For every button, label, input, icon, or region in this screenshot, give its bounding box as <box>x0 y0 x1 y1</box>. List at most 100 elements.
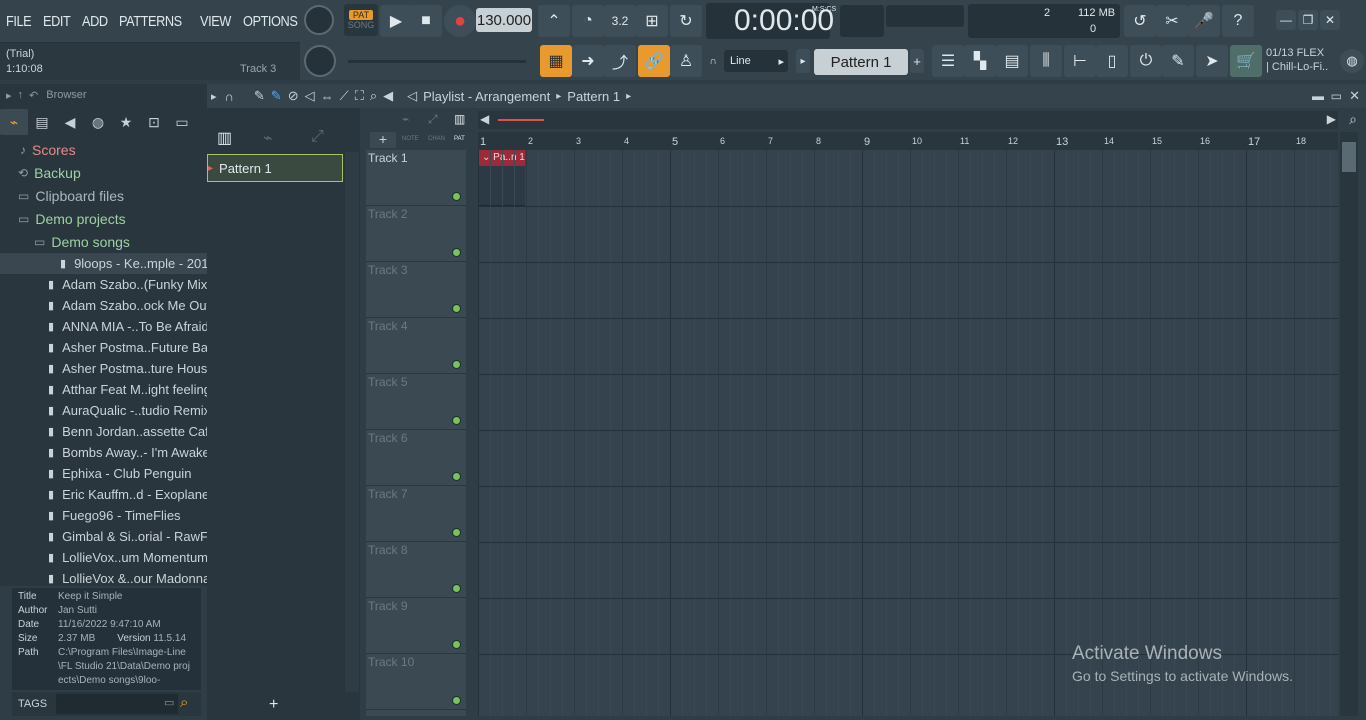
browser-tab-speaker[interactable]: ◀ <box>56 109 84 135</box>
track-mute-led[interactable] <box>452 248 461 257</box>
browser-file[interactable]: ▮ Adam Szabo..(Funky Mix) <box>0 274 207 295</box>
master-pitch-knob[interactable] <box>304 45 336 77</box>
arrow-tool-button[interactable]: ➜ <box>572 45 604 77</box>
zoom-icon[interactable]: ⌕ <box>370 88 377 104</box>
magnet-snap-icon[interactable]: ∩ <box>225 89 234 104</box>
timeline-ruler[interactable]: 1 2 3 4 5 6 7 8 9 10 11 12 13 14 15 16 17 18 <box>478 132 1338 150</box>
browser-file[interactable]: ▮ Asher Postma..ture House <box>0 358 207 379</box>
pattern-selector[interactable]: Pattern 1 <box>814 49 908 75</box>
note-wave-icon[interactable]: ⌁ <box>402 112 409 126</box>
browser-file[interactable]: ▮ AuraQualic -..tudio Remix) <box>0 400 207 421</box>
shop-button[interactable]: 🛒 <box>1230 45 1262 77</box>
search-icon[interactable]: ⌕ <box>180 694 188 711</box>
browser-file[interactable]: ▮ LollieVox &..our Madonna <box>0 568 207 586</box>
wait-record-button[interactable]: ◔ <box>572 5 604 37</box>
up-icon[interactable]: ↑ <box>18 89 24 101</box>
piano-icon[interactable]: ▥ <box>217 128 232 148</box>
playlist-grid[interactable]: ⌄ Pa..n 1 <box>478 150 1338 716</box>
record-button[interactable]: ● <box>444 5 476 37</box>
browser-file[interactable]: ▮ Ephixa - Club Penguin <box>0 463 207 484</box>
browser-folder-demo-projects[interactable]: ▭ Demo projects <box>0 207 207 230</box>
minimize-icon[interactable]: ▬ <box>1312 89 1324 103</box>
cpu-memory-monitor[interactable]: 2 112 MB 0 <box>968 4 1120 38</box>
menu-options[interactable]: OPTIONS <box>243 13 298 30</box>
menu-edit[interactable]: EDIT <box>43 13 71 30</box>
draw-icon[interactable]: ✎ <box>254 88 265 104</box>
song-position-display[interactable]: 0:00:00 M:S:CS <box>706 3 836 39</box>
playlist-view-button[interactable]: ▦ <box>540 45 572 77</box>
slip-icon[interactable]: ⇔ <box>321 89 334 104</box>
track-header[interactable]: Track 9 <box>366 598 466 654</box>
stamp-button[interactable]: ⤴ <box>604 45 636 77</box>
track-mute-led[interactable] <box>452 696 461 705</box>
add-pattern-plus-icon[interactable]: + <box>269 696 278 714</box>
restore-button[interactable]: ❐ <box>1298 10 1318 30</box>
play-button[interactable]: ▶ <box>380 5 412 37</box>
browser-file[interactable]: ▮ Eric Kauffm..d - Exoplanet <box>0 484 207 505</box>
track-header[interactable]: Track 5 <box>366 374 466 430</box>
link-button[interactable]: 🔗 <box>638 45 670 77</box>
chan-curve-icon[interactable]: ⤢ <box>428 112 438 127</box>
browser-tab-folder[interactable]: ▭ <box>168 109 196 135</box>
browser-file[interactable]: ▮ Fuego96 - TimeFlies <box>0 505 207 526</box>
browser-button[interactable]: ⊢ <box>1064 45 1096 77</box>
zoom-search-icon[interactable]: ⌕ <box>1340 111 1366 129</box>
back-icon[interactable]: ↶ <box>29 89 38 102</box>
pattern-scrollbar[interactable] <box>345 152 359 692</box>
track-header[interactable]: Track 4 <box>366 318 466 374</box>
tags-input[interactable] <box>56 694 178 714</box>
breadcrumb-playlist[interactable]: Playlist - Arrangement <box>423 89 550 104</box>
mute-icon[interactable]: ◁ <box>305 88 315 104</box>
track-header[interactable]: Track 3 <box>366 262 466 318</box>
playback-slider[interactable] <box>348 60 526 63</box>
vertical-scroll-thumb[interactable] <box>1342 142 1356 172</box>
browser-file[interactable]: ▮ 9loops - Ke..mple - 2015 <box>0 253 207 274</box>
browser-file[interactable]: ▮ Adam Szabo..ock Me Out <box>0 295 207 316</box>
delete-icon[interactable]: ⊘ <box>288 88 299 104</box>
track-mute-led[interactable] <box>452 192 461 201</box>
browser-file[interactable]: ▮ ANNA MIA -..To Be Afraid <box>0 316 207 337</box>
browser-file[interactable]: ▮ Atthar Feat M..ight feeling <box>0 379 207 400</box>
arrow-right-icon[interactable]: ▸ <box>211 90 217 103</box>
browser-file[interactable]: ▮ Benn Jordan..assette Cafe <box>0 421 207 442</box>
browser-folder-scores[interactable]: ♪ Scores <box>0 138 207 161</box>
undo-button[interactable]: ↺ <box>1124 5 1156 37</box>
browser-file[interactable]: ▮ Asher Postma..Future Bass <box>0 337 207 358</box>
maximize-icon[interactable]: ▭ <box>1331 89 1342 103</box>
track-mute-led[interactable] <box>452 640 461 649</box>
master-volume-knob[interactable] <box>304 5 334 35</box>
track-header[interactable]: Track 6 <box>366 430 466 486</box>
audio-wave-icon[interactable]: ⌁ <box>263 128 273 148</box>
browser-file[interactable]: ▮ Gimbal & Si..orial - RawFL <box>0 526 207 547</box>
track-mute-led[interactable] <box>452 528 461 537</box>
browser-file[interactable]: ▮ Bombs Away..- I'm Awake <box>0 442 207 463</box>
close-button[interactable]: ✕ <box>1320 10 1340 30</box>
browser-tab-starred[interactable]: ★ <box>112 109 140 135</box>
playlist-window-button[interactable]: ☰ <box>932 45 964 77</box>
close-icon[interactable]: ✕ <box>1349 88 1360 104</box>
track-mute-led[interactable] <box>452 416 461 425</box>
pattern-prev-button[interactable]: ▸ <box>796 49 810 73</box>
track-header[interactable]: Track 10 <box>366 654 466 710</box>
plugin-database-button[interactable]: ⏻ <box>1130 45 1162 77</box>
channel-rack-button[interactable]: ▤ <box>996 45 1028 77</box>
snap-select[interactable]: Line ▸ <box>724 50 788 72</box>
add-track-plus-icon[interactable]: + <box>370 132 396 148</box>
piano-roll-button[interactable]: ▚ <box>964 45 996 77</box>
track-mute-led[interactable] <box>452 304 461 313</box>
select-icon[interactable]: ⛶ <box>355 88 364 104</box>
horizontal-scrollbar[interactable]: ◀ ▶ <box>478 111 1338 129</box>
playback-icon[interactable]: ◀ <box>383 88 393 104</box>
pattern-item[interactable]: ▸ Pattern 1 <box>207 154 343 182</box>
tempo-field[interactable]: 130.000 <box>476 8 532 32</box>
mixer-button[interactable]: ⫼ <box>1030 45 1062 77</box>
breadcrumb-pattern[interactable]: Pattern 1 <box>567 89 620 104</box>
help-tool-button[interactable]: ✎ <box>1162 45 1194 77</box>
track-header[interactable]: Track 2 <box>366 206 466 262</box>
automation-icon[interactable]: ⤢ <box>311 128 324 146</box>
menu-add[interactable]: ADD <box>82 13 108 30</box>
browser-tab-plugins[interactable]: ◍ <box>84 109 112 135</box>
send-button[interactable]: ➤ <box>1196 45 1228 77</box>
paint-icon[interactable]: ✎ <box>271 88 282 104</box>
help-button[interactable]: ? <box>1222 5 1254 37</box>
